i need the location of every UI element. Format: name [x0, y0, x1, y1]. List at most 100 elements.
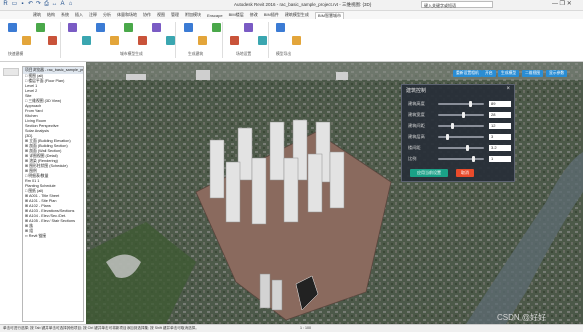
ribbon-group-label: 快速建模	[8, 52, 24, 56]
project-browser-tree: □ 视图 (all) □ 楼层平面 (Floor Plan) Level 1 L…	[23, 74, 83, 239]
ribbon-tool-button[interactable]	[94, 23, 106, 33]
param-value-input[interactable]: 3.2	[489, 145, 511, 151]
ribbon-tool-button[interactable]	[6, 23, 18, 33]
print-icon[interactable]: ⎙	[43, 1, 50, 8]
tool-icon	[109, 36, 119, 45]
tool-icon	[257, 36, 267, 45]
ribbon-tab[interactable]: 系统	[61, 12, 69, 18]
tool-icon	[291, 36, 301, 45]
ribbon-tab[interactable]: 建筑模型生成	[285, 12, 309, 18]
ribbon-tab[interactable]: 协作	[143, 12, 151, 18]
window-controls[interactable]: — ❐ ✕	[552, 1, 572, 8]
generate-model-button[interactable]: 生成模型	[498, 70, 520, 77]
3d-view-icon[interactable]: ⌂	[67, 1, 74, 8]
slider-thumb[interactable]	[461, 112, 465, 118]
enable-button[interactable]: 开启	[482, 70, 496, 77]
text-icon[interactable]: A	[59, 1, 66, 8]
ribbon-tool-button[interactable]	[274, 23, 286, 33]
cancel-button[interactable]: 取消	[456, 169, 474, 177]
tool-icon	[151, 23, 161, 32]
param-value-input[interactable]: 12	[489, 123, 511, 129]
param-value-input[interactable]: 1	[489, 156, 511, 162]
properties-tab[interactable]	[3, 68, 19, 76]
3d-viewport[interactable]: 重新设置相机 开启 生成模型 二维视图 显示参数 建筑控制 × 建筑高度 89 建筑…	[86, 62, 583, 324]
reset-camera-button[interactable]: 重新设置相机	[453, 70, 482, 77]
undo-icon[interactable]: ↶	[27, 1, 34, 8]
browser-tree-item[interactable]: ∞ Revit 链接	[23, 234, 83, 239]
ribbon-tab[interactable]: BIM楼层	[229, 12, 244, 18]
slider-thumb[interactable]	[450, 123, 454, 129]
ribbon-tool-button[interactable]	[290, 36, 302, 46]
param-label: 比例	[408, 156, 417, 161]
ribbon-tool-button[interactable]	[34, 23, 46, 33]
param-slider[interactable]	[438, 112, 484, 118]
slider-thumb[interactable]	[468, 101, 472, 107]
param-slider[interactable]	[438, 145, 484, 151]
tool-icon	[95, 23, 105, 32]
ribbon-tool-button[interactable]	[210, 23, 222, 33]
slider-thumb[interactable]	[445, 134, 449, 140]
ribbon-tool-button[interactable]	[150, 23, 162, 33]
ribbon-tool-button[interactable]	[108, 36, 120, 46]
ribbon-tool-button[interactable]	[122, 23, 134, 33]
ribbon-tool-button[interactable]	[66, 23, 78, 33]
ribbon-group-label: 生成建筑	[188, 52, 204, 56]
ribbon-tab[interactable]: 修改	[250, 12, 258, 18]
param-label: 建筑间距	[408, 123, 425, 128]
ribbon-tab[interactable]: 管理	[171, 12, 179, 18]
ribbon-tool-button[interactable]	[196, 36, 208, 46]
tool-icon	[47, 36, 57, 45]
redo-icon[interactable]: ↷	[35, 1, 42, 8]
param-value-input[interactable]: 3	[489, 134, 511, 140]
ribbon-tab[interactable]: Enscape	[207, 13, 223, 18]
param-label: 建筑宽度	[408, 112, 425, 117]
ribbon-tab[interactable]: 建筑	[33, 12, 41, 18]
save-icon[interactable]: ▪	[19, 1, 26, 8]
ribbon-tab[interactable]: 结构	[47, 12, 55, 18]
tool-icon	[7, 23, 17, 32]
ribbon-tool-button[interactable]	[256, 36, 268, 46]
ribbon-panel: 快速建模 城市模型生成 生成建筑 场地设置 模型导出	[0, 19, 583, 62]
ribbon-tab[interactable]: BIM插件	[264, 12, 279, 18]
ribbon-group-label: 场地设置	[236, 52, 252, 56]
ribbon-tool-button[interactable]	[136, 36, 148, 46]
revit-logo-icon[interactable]: R	[2, 1, 9, 8]
measure-icon[interactable]: ↔	[51, 1, 58, 8]
slider-thumb[interactable]	[465, 145, 469, 151]
ribbon-tab[interactable]: BIM智慧城市	[314, 11, 344, 19]
tool-icon	[211, 23, 221, 32]
param-slider[interactable]	[438, 134, 484, 140]
ribbon-tool-button[interactable]	[242, 23, 254, 33]
ribbon-tab[interactable]: 插入	[75, 12, 83, 18]
tool-icon	[21, 36, 31, 45]
param-slider[interactable]	[438, 101, 484, 107]
param-value-input[interactable]: 28	[489, 112, 511, 118]
dialog-title: 建筑控制	[406, 88, 427, 94]
show-params-button[interactable]: 显示参数	[546, 70, 568, 77]
ribbon-tab[interactable]: 体量和场地	[117, 12, 137, 18]
ribbon-tab[interactable]: 视图	[157, 12, 165, 18]
apply-settings-button[interactable]: 应用当前设置	[410, 169, 448, 177]
param-label: 建筑层高	[408, 134, 425, 139]
ribbon-tab[interactable]: 注释	[89, 12, 97, 18]
ribbon-tool-button[interactable]	[20, 36, 32, 46]
slider-thumb[interactable]	[472, 156, 476, 162]
building-control-dialog: 建筑控制 × 建筑高度 89 建筑宽度 28 建筑间距 12 建筑层高 3 楼间距 3.2 比例 1 …	[401, 84, 515, 182]
param-slider[interactable]	[438, 156, 484, 162]
tool-icon	[229, 36, 239, 45]
ribbon-tool-button[interactable]	[182, 23, 194, 33]
left-panel-strip	[0, 62, 21, 324]
ribbon-tool-button[interactable]	[228, 36, 240, 46]
ribbon-tool-button[interactable]	[80, 36, 92, 46]
project-browser: 项目浏览器 - rac_basic_sample_proje... □ 视图 (…	[22, 66, 84, 322]
ribbon-tool-button[interactable]	[46, 36, 58, 46]
open-icon[interactable]: ▭	[11, 1, 18, 8]
ribbon-tab[interactable]: 分析	[103, 12, 111, 18]
2d-view-button[interactable]: 二维视图	[522, 70, 544, 77]
search-input[interactable]: 键入关键字或短语	[421, 1, 493, 8]
param-value-input[interactable]: 89	[489, 101, 511, 107]
ribbon-group-label: 模型导出	[276, 52, 292, 56]
param-slider[interactable]	[438, 123, 484, 129]
close-icon[interactable]: ×	[506, 86, 510, 92]
ribbon-tab[interactable]: 附加模块	[185, 12, 201, 18]
